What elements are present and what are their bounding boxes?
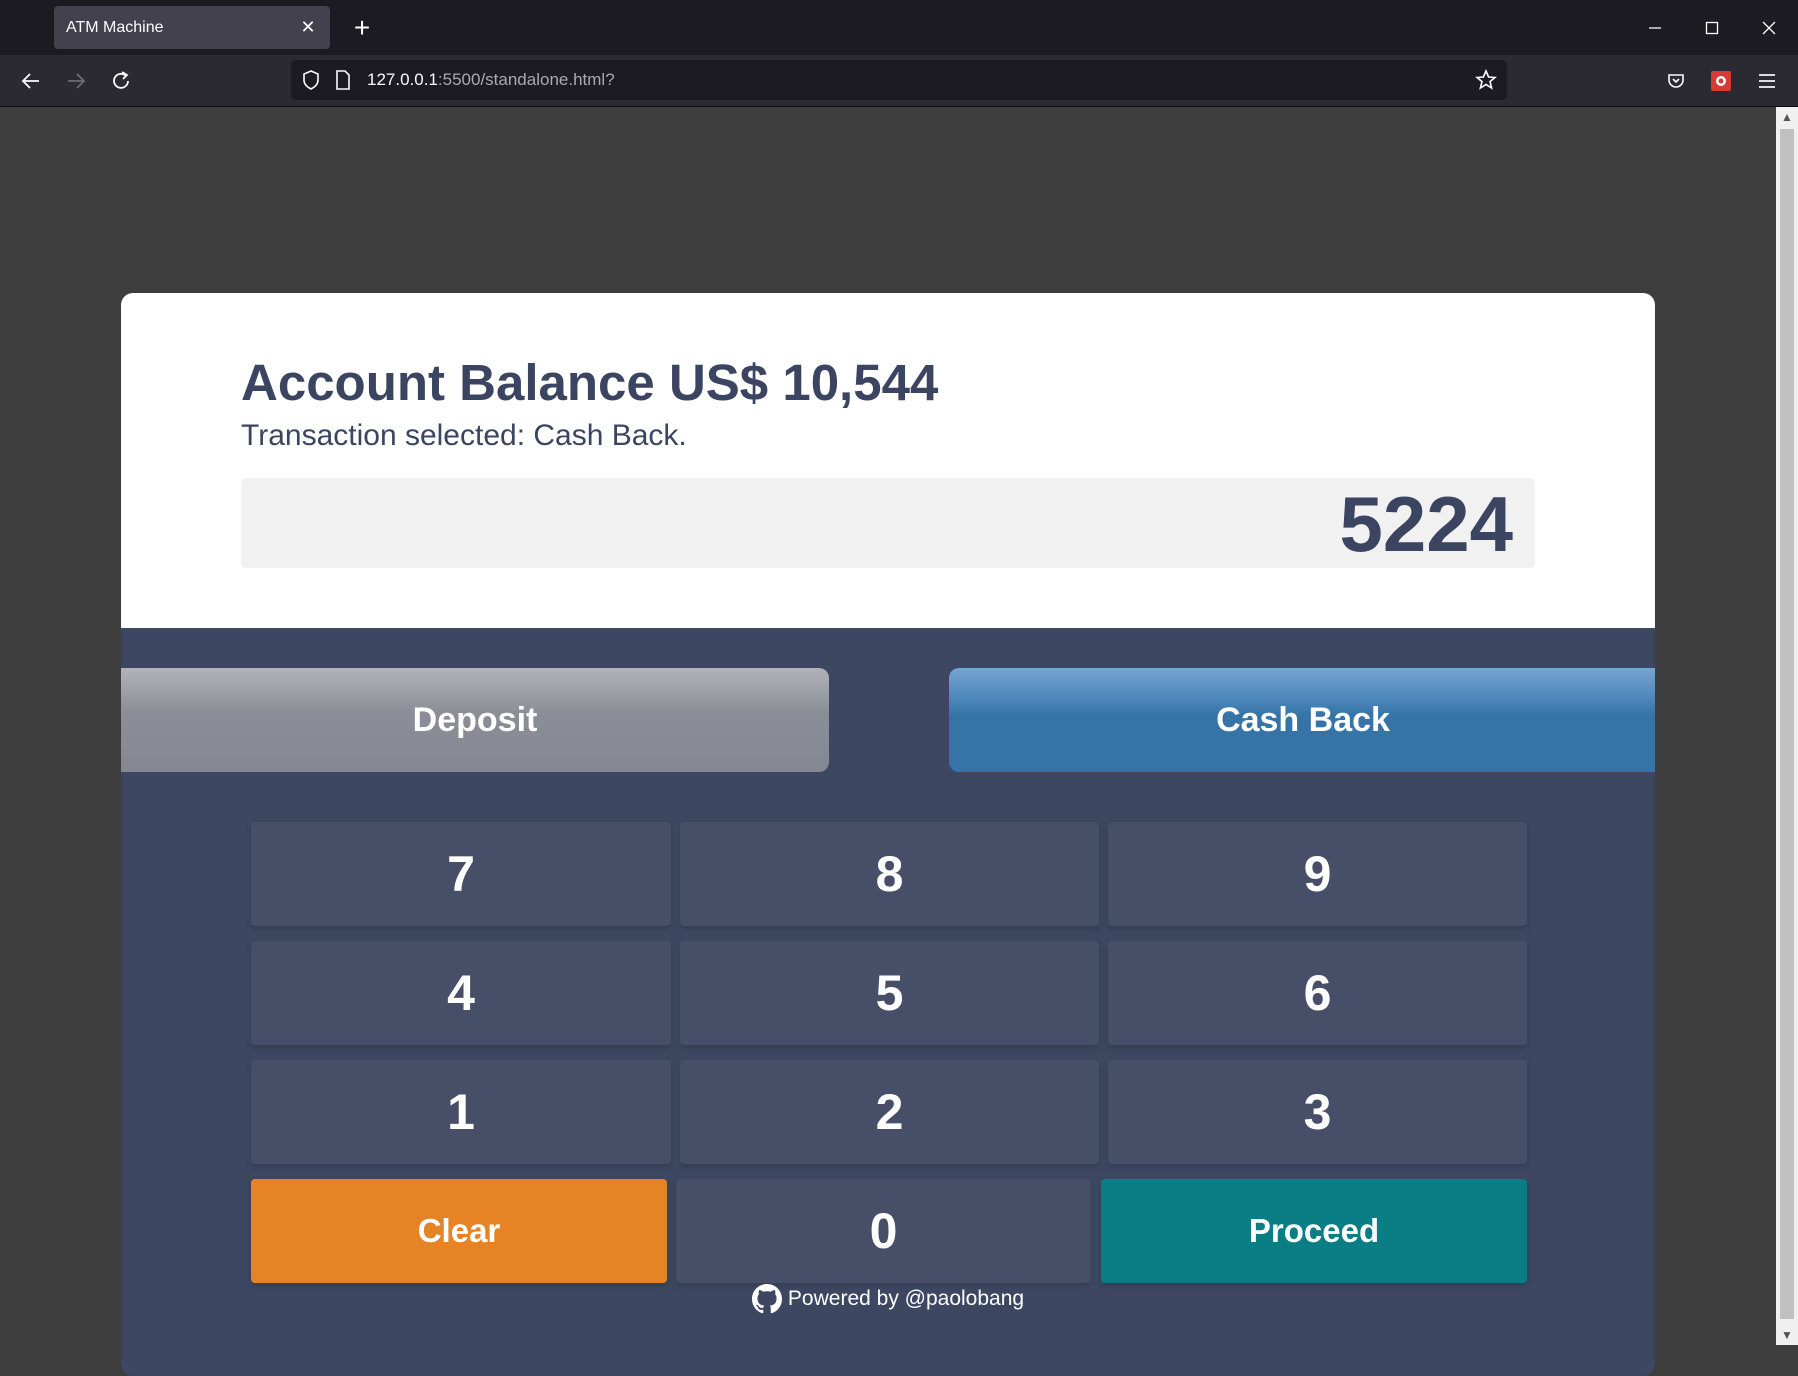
shield-icon[interactable] (301, 69, 321, 96)
close-window-icon[interactable] (1741, 8, 1797, 48)
key-5-button[interactable]: 5 (680, 941, 1099, 1045)
footer: Powered by @paolobang (0, 1281, 1776, 1317)
key-1-button[interactable]: 1 (251, 1060, 671, 1164)
reload-icon[interactable] (103, 63, 139, 99)
key-6-button[interactable]: 6 (1108, 941, 1527, 1045)
transaction-selected-text: Transaction selected: Cash Back. (241, 419, 687, 452)
minimize-icon[interactable] (1627, 8, 1683, 48)
key-0-button[interactable]: 0 (676, 1179, 1091, 1283)
browser-tab-bar: ATM Machine ✕ + (0, 0, 1798, 55)
vertical-scrollbar[interactable]: ▲ ▼ (1776, 107, 1798, 1345)
key-4-button[interactable]: 4 (251, 941, 671, 1045)
atm-panel: Account Balance US$ 10,544 Transaction s… (121, 293, 1655, 1376)
key-3-button[interactable]: 3 (1108, 1060, 1527, 1164)
clear-button[interactable]: Clear (251, 1179, 667, 1283)
back-arrow-icon[interactable] (13, 63, 49, 99)
deposit-button[interactable]: Deposit (121, 668, 829, 772)
forward-arrow-icon[interactable] (58, 63, 94, 99)
menu-hamburger-icon[interactable] (1749, 63, 1785, 99)
new-tab-plus-icon[interactable]: + (344, 10, 380, 46)
scrollbar-thumb[interactable] (1780, 129, 1794, 1319)
pocket-icon[interactable] (1658, 63, 1694, 99)
atm-screen: Account Balance US$ 10,544 Transaction s… (121, 293, 1655, 628)
page-viewport: Account Balance US$ 10,544 Transaction s… (0, 107, 1776, 1376)
key-9-button[interactable]: 9 (1108, 822, 1527, 926)
browser-nav-bar: 127.0.0.1:5500/standalone.html? (0, 55, 1798, 107)
proceed-button[interactable]: Proceed (1101, 1179, 1527, 1283)
account-balance-heading: Account Balance US$ 10,544 (241, 354, 939, 411)
browser-tab[interactable]: ATM Machine ✕ (54, 6, 330, 49)
key-7-button[interactable]: 7 (251, 822, 671, 926)
scroll-up-arrow-icon[interactable]: ▲ (1776, 107, 1798, 127)
key-2-button[interactable]: 2 (680, 1060, 1099, 1164)
maximize-icon[interactable] (1684, 8, 1740, 48)
tab-title: ATM Machine (66, 18, 164, 36)
url-text: 127.0.0.1:5500/standalone.html? (367, 70, 615, 89)
powered-by-link[interactable]: Powered by @paolobang (788, 1287, 1024, 1311)
github-icon[interactable] (751, 1284, 782, 1314)
tab-close-icon[interactable]: ✕ (298, 17, 318, 38)
bookmark-star-icon[interactable] (1474, 68, 1498, 96)
address-bar[interactable]: 127.0.0.1:5500/standalone.html? (291, 60, 1507, 100)
page-icon[interactable] (335, 70, 351, 95)
amount-display: 5224 (241, 478, 1535, 568)
cash-back-button[interactable]: Cash Back (949, 668, 1655, 772)
extension-icon[interactable] (1703, 63, 1739, 99)
key-8-button[interactable]: 8 (680, 822, 1099, 926)
scroll-down-arrow-icon[interactable]: ▼ (1776, 1325, 1798, 1345)
